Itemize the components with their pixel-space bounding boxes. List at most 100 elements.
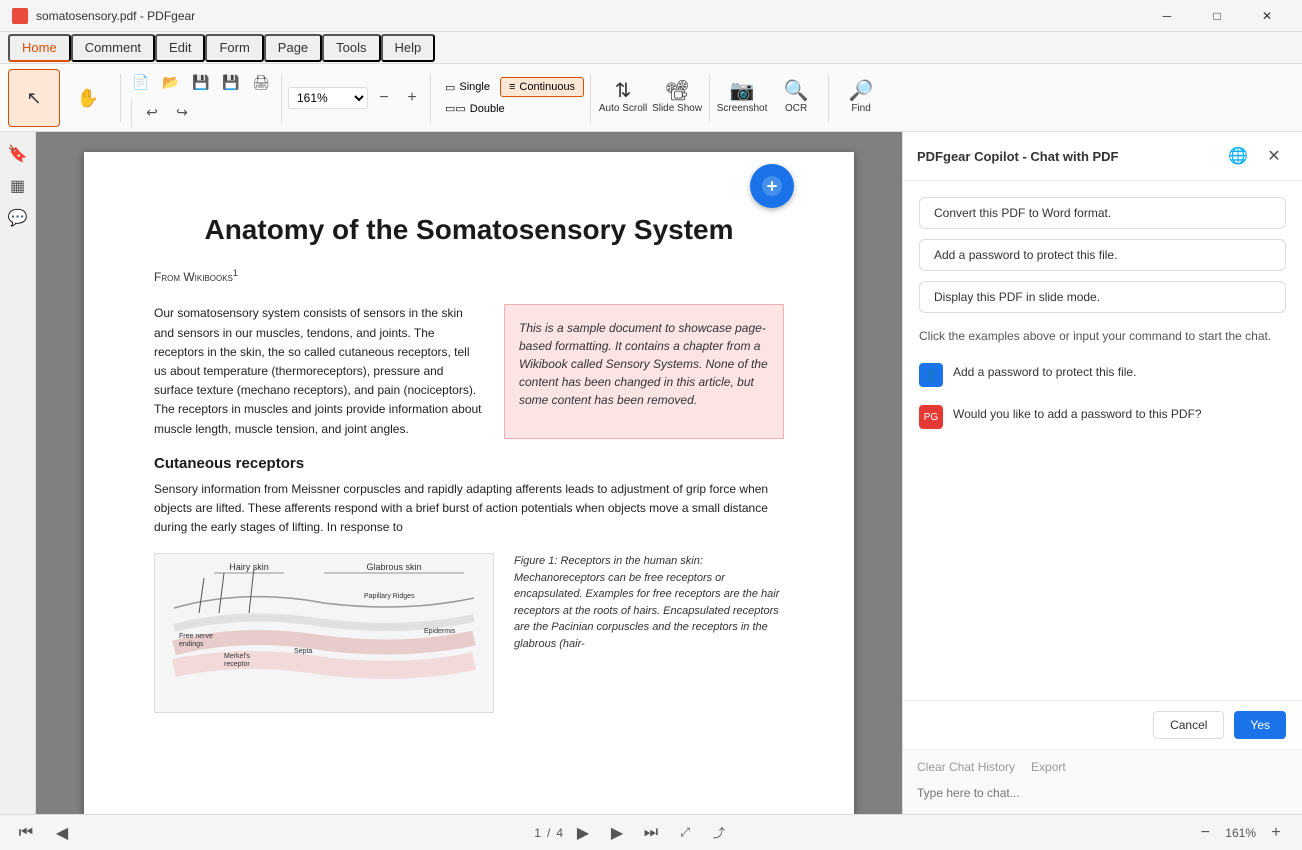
save-button[interactable]: 💾 [187, 69, 215, 97]
find-label: Find [851, 103, 870, 114]
maximize-button[interactable]: □ [1194, 0, 1240, 32]
ocr-button[interactable]: 🔍 OCR [770, 69, 822, 127]
menu-edit[interactable]: Edit [155, 34, 205, 62]
page-separator: / [547, 826, 550, 840]
menu-page[interactable]: Page [264, 34, 322, 62]
print-small-button[interactable]: 🖨 [247, 69, 275, 97]
autoscroll-icon: ⇅ [615, 81, 632, 101]
app-icon [12, 8, 28, 24]
export-button[interactable]: Export [1031, 760, 1066, 774]
pdf-title: Anatomy of the Somatosensory System [154, 212, 784, 248]
menu-comment[interactable]: Comment [71, 34, 155, 62]
close-button[interactable]: ✕ [1244, 0, 1290, 32]
nav-last-button[interactable]: ⏭ [637, 819, 665, 847]
nav-prev-button[interactable]: ◀ [48, 819, 76, 847]
toolbar: ↖ ✋ 📄 📂 💾 💾 🖨 ↩ ↪ 161% 100% 150% 200% − … [0, 64, 1302, 132]
copilot-footer: Clear Chat History Export [903, 749, 1302, 814]
double-view-button[interactable]: ▭▭ Double [437, 99, 513, 118]
share-button[interactable]: ⤴ [705, 819, 733, 847]
cancel-button[interactable]: Cancel [1153, 711, 1224, 739]
zoom-out-button[interactable]: − [372, 86, 396, 110]
screenshot-icon: 📷 [730, 81, 755, 101]
double-label: Double [470, 103, 505, 115]
redo-button[interactable]: ↪ [168, 99, 196, 127]
minimize-button[interactable]: ─ [1144, 0, 1190, 32]
pdf-para1: Our somatosensory system consists of sen… [154, 304, 484, 438]
copilot-header-icons: 🌐 ✕ [1224, 142, 1288, 170]
suggestion-slidemode-text: Display this PDF in slide mode. [934, 290, 1100, 304]
chat-input[interactable] [917, 782, 1288, 804]
chat-text-2: Would you like to add a password to this… [953, 405, 1202, 423]
sidebar-bookmark-icon[interactable]: 🔖 [4, 140, 32, 168]
svg-text:Epidermis: Epidermis [424, 628, 456, 635]
new-doc-button[interactable]: 📄 [127, 69, 155, 97]
menu-tools[interactable]: Tools [322, 34, 380, 62]
title-bar: somatosensory.pdf - PDFgear ─ □ ✕ [0, 0, 1302, 32]
another-save-button[interactable]: 💾 [217, 69, 245, 97]
sidebar-thumbnail-icon[interactable]: ▦ [4, 172, 32, 200]
hand-icon: ✋ [77, 89, 99, 107]
copilot-globe-button[interactable]: 🌐 [1224, 142, 1252, 170]
pdf-source: From Wikibooks1 [154, 268, 784, 284]
window-controls: ─ □ ✕ [1144, 0, 1290, 32]
page-total: 4 [556, 826, 563, 840]
figure-caption: Figure 1: Receptors in the human skin: M… [514, 553, 784, 713]
menu-form[interactable]: Form [205, 34, 263, 62]
section1-title: Cutaneous receptors [154, 455, 784, 472]
svg-text:Hairy skin: Hairy skin [229, 562, 269, 572]
menu-help[interactable]: Help [381, 34, 436, 62]
pdf-content-row: Our somatosensory system consists of sen… [154, 304, 784, 438]
footer-links: Clear Chat History Export [917, 760, 1288, 774]
single-view-button[interactable]: ▭ Single [437, 77, 498, 97]
sep6 [828, 74, 829, 122]
user-avatar: 👤 [919, 363, 943, 387]
copilot-fab-button[interactable] [750, 164, 794, 208]
sep2 [281, 74, 282, 122]
undo-button[interactable]: ↩ [138, 99, 166, 127]
sep4 [590, 74, 591, 122]
suggestion-password[interactable]: Add a password to protect this file. [919, 239, 1286, 271]
clear-chat-button[interactable]: Clear Chat History [917, 760, 1015, 774]
figure-image: Hairy skin Glabrous skin [154, 553, 494, 713]
suggestion-slidemode[interactable]: Display this PDF in slide mode. [919, 281, 1286, 313]
pdf-viewer[interactable]: Anatomy of the Somatosensory System From… [36, 132, 902, 814]
svg-text:Septa: Septa [294, 648, 312, 655]
zoom-in-button[interactable]: + [400, 86, 424, 110]
status-bar: ⏮ ◀ 1 / 4 ▶ ▶ ⏭ ⤢ ⤴ − 161% + [0, 814, 1302, 850]
autoscroll-button[interactable]: ⇅ Auto Scroll [597, 69, 649, 127]
sidebar-comment-icon[interactable]: 💬 [4, 204, 32, 232]
continuous-label: Continuous [519, 81, 575, 93]
cursor-tool-button[interactable]: ↖ [8, 69, 60, 127]
ocr-icon: 🔍 [784, 81, 809, 101]
nav-next-button[interactable]: ▶ [603, 819, 631, 847]
sep3 [430, 74, 431, 122]
continuous-view-button[interactable]: ≡ Continuous [500, 77, 584, 97]
zoom-select[interactable]: 161% 100% 150% 200% [288, 87, 368, 109]
suggestion-convert[interactable]: Convert this PDF to Word format. [919, 197, 1286, 229]
zoom-value-bottom: 161% [1225, 826, 1256, 840]
autoscroll-label: Auto Scroll [599, 103, 647, 114]
page-current: 1 [534, 826, 541, 840]
svg-text:Merkel's: Merkel's [224, 653, 250, 660]
nav-play-button[interactable]: ▶ [569, 819, 597, 847]
chat-actions: Cancel Yes [903, 700, 1302, 749]
click-hint: Click the examples above or input your c… [919, 327, 1286, 345]
screenshot-button[interactable]: 📷 Screenshot [716, 69, 768, 127]
pdf-text-col: Our somatosensory system consists of sen… [154, 304, 484, 438]
pdf-sidebar-box: This is a sample document to showcase pa… [504, 304, 784, 438]
fit-window-button[interactable]: ⤢ [671, 819, 699, 847]
double-icon: ▭▭ [445, 102, 466, 115]
hand-tool-button[interactable]: ✋ [62, 69, 114, 127]
open-button[interactable]: 📂 [157, 69, 185, 97]
suggestion-convert-text: Convert this PDF to Word format. [934, 206, 1111, 220]
find-button[interactable]: 🔎 Find [835, 69, 887, 127]
slideshow-button[interactable]: 📽 Slide Show [651, 69, 703, 127]
continuous-icon: ≡ [509, 81, 515, 93]
zoom-out-bottom-button[interactable]: − [1191, 819, 1219, 847]
zoom-in-bottom-button[interactable]: + [1262, 819, 1290, 847]
menu-home[interactable]: Home [8, 34, 71, 62]
nav-first-button[interactable]: ⏮ [12, 819, 40, 847]
zoom-controls-bottom: − 161% + [1191, 819, 1290, 847]
yes-button[interactable]: Yes [1234, 711, 1286, 739]
copilot-close-button[interactable]: ✕ [1260, 142, 1288, 170]
